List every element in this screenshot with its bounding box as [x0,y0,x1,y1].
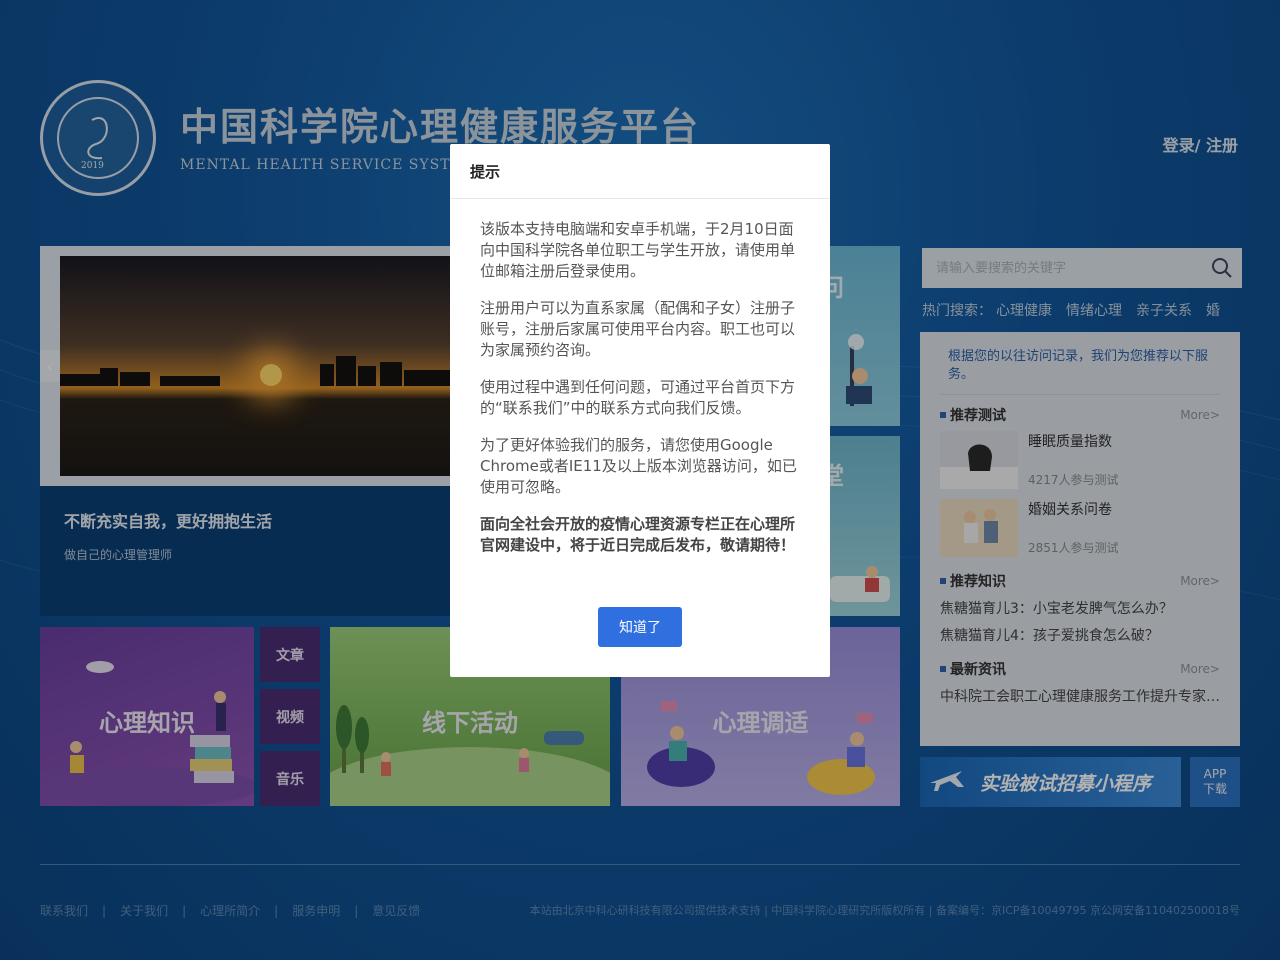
dialog-ok-button[interactable]: 知道了 [598,607,682,647]
dialog-paragraph: 为了更好体验我们的服务，请您使用Google Chrome或者IE11及以上版本… [480,436,797,496]
dialog-bold-paragraph: 面向全社会开放的疫情心理资源专栏正在心理所官网建设中，将于近日完成后发布，敬请期… [480,515,796,554]
notice-dialog: 提示 该版本支持电脑端和安卓手机端，于2月10日面向中国科学院各单位职工与学生开… [450,144,830,677]
dialog-paragraph: 该版本支持电脑端和安卓手机端，于2月10日面向中国科学院各单位职工与学生开放，请… [480,220,796,280]
dialog-paragraph: 使用过程中遇到任何问题，可通过平台首页下方的“联系我们”中的联系方式向我们反馈。 [480,378,796,417]
dialog-title: 提示 [450,144,830,199]
dialog-paragraph: 注册用户可以为直系家属（配偶和子女）注册子账号，注册后家属可使用平台内容。职工也… [480,299,796,359]
dialog-body: 该版本支持电脑端和安卓手机端，于2月10日面向中国科学院各单位职工与学生开放，请… [450,199,830,556]
